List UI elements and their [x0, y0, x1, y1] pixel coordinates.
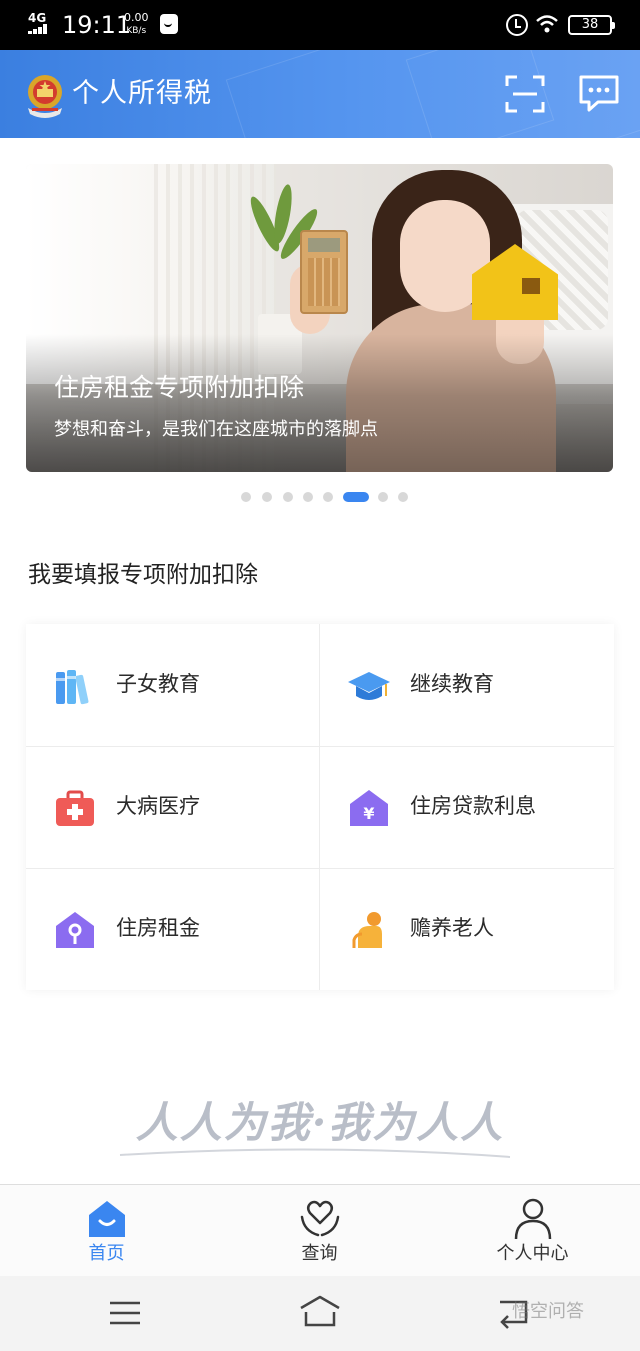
watermark: 悟空问答: [512, 1301, 584, 1322]
deduction-label: 赡养老人: [410, 916, 494, 940]
banner-pagination: [0, 490, 640, 504]
tab-label: 个人中心: [496, 1243, 569, 1264]
page-dot[interactable]: [378, 492, 388, 502]
deduction-housing-rent[interactable]: 住房租金: [26, 868, 319, 990]
deduction-grid: 子女教育 继续教育 大病医疗 ¥ 住房贷款利息 住房租金 赡养老人: [26, 624, 614, 990]
deduction-label: 子女教育: [116, 672, 200, 696]
network-type: 4G: [28, 11, 47, 25]
deduction-label: 住房租金: [116, 916, 200, 940]
home-icon: [89, 1201, 125, 1237]
page-dot[interactable]: [262, 492, 272, 502]
system-nav-bar: 悟空问答: [0, 1276, 640, 1351]
page-dot[interactable]: [283, 492, 293, 502]
house-key-icon: [56, 912, 94, 948]
speed-value: 0.00: [124, 11, 149, 24]
page-dot-active[interactable]: [343, 492, 369, 502]
house-yuan-icon: ¥: [350, 790, 388, 826]
speed-unit: KB/s: [126, 26, 147, 36]
deduction-continuing-education[interactable]: 继续教育: [320, 624, 613, 746]
signal-icon: [28, 24, 52, 34]
deduction-major-illness[interactable]: 大病医疗: [26, 746, 319, 868]
alarm-icon: [506, 14, 528, 36]
clock: 19:11: [62, 11, 132, 39]
message-icon[interactable]: [578, 74, 620, 114]
heart-hands-icon: [300, 1200, 340, 1237]
banner-title: 住房租金专项附加扣除: [54, 373, 305, 402]
deduction-children-education[interactable]: 子女教育: [26, 624, 319, 746]
page-dot[interactable]: [241, 492, 251, 502]
deduction-label: 继续教育: [410, 672, 494, 696]
bottom-tab-bar: 首页 查询 个人中心: [0, 1184, 640, 1276]
battery-icon: 38: [568, 15, 615, 35]
books-icon: [56, 670, 89, 705]
network-speed: 0.00 KB/s: [124, 12, 149, 37]
wifi-icon: [536, 15, 558, 33]
page-dot[interactable]: [398, 492, 408, 502]
page-dot[interactable]: [303, 492, 313, 502]
app-title: 个人所得税: [72, 78, 212, 109]
tab-home[interactable]: 首页: [0, 1185, 213, 1277]
tab-query[interactable]: 查询: [213, 1185, 426, 1277]
graduation-cap-icon: [348, 672, 390, 700]
status-bar: 4G 19:11 0.00 KB/s 38: [0, 0, 640, 50]
system-home-icon[interactable]: [298, 1294, 342, 1330]
calculator-image: [300, 230, 348, 314]
menu-icon[interactable]: [108, 1298, 142, 1328]
svg-text:¥: ¥: [363, 804, 374, 823]
national-emblem-icon: [28, 75, 62, 118]
tab-label: 查询: [301, 1243, 338, 1264]
deduction-elderly-support[interactable]: 赡养老人: [320, 868, 613, 990]
toy-house-window: [522, 278, 540, 294]
deduction-label: 大病医疗: [116, 794, 200, 818]
app-header: 个人所得税: [0, 50, 640, 138]
page-dot[interactable]: [323, 492, 333, 502]
medical-kit-icon: [56, 790, 94, 826]
deduction-housing-loan-interest[interactable]: ¥ 住房贷款利息: [320, 746, 613, 868]
elderly-person-icon: [352, 912, 382, 948]
promo-banner[interactable]: 住房租金专项附加扣除 梦想和奋斗，是我们在这座城市的落脚点: [26, 164, 613, 472]
deduction-label: 住房贷款利息: [410, 794, 536, 818]
slogan-calligraphy: 人人为我·我为人人: [119, 1098, 511, 1158]
scan-icon[interactable]: [505, 74, 545, 114]
banner-subtitle: 梦想和奋斗，是我们在这座城市的落脚点: [54, 419, 378, 440]
person-icon: [514, 1198, 552, 1240]
svg-text:人人为我·我为人人: 人人为我·我为人人: [136, 1098, 505, 1147]
notification-app-icon: [160, 14, 178, 34]
section-title: 我要填报专项附加扣除: [28, 562, 258, 588]
tab-profile[interactable]: 个人中心: [426, 1185, 639, 1277]
tab-label: 首页: [88, 1243, 125, 1264]
